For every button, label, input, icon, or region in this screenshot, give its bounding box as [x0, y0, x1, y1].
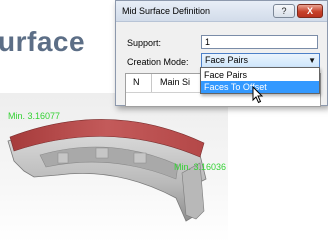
support-label: Support:	[127, 38, 162, 48]
slide-heading: urface	[0, 26, 86, 57]
creation-mode-value: Face Pairs	[205, 55, 249, 65]
dialog-titlebar[interactable]: Mid Surface Definition ? X	[116, 1, 327, 22]
dialog-title: Mid Surface Definition	[122, 6, 211, 16]
grid-column-divider	[151, 74, 152, 92]
creation-mode-select[interactable]: Face Pairs ▼	[201, 53, 320, 68]
chevron-down-icon[interactable]: ▼	[308, 54, 316, 67]
creation-mode-label: Creation Mode:	[127, 57, 189, 67]
close-button[interactable]: X	[297, 4, 323, 18]
min-label-right: Min. 3.16036	[174, 162, 227, 172]
grid-header-main-side: Main Si	[160, 77, 191, 87]
grid-header-n: N	[133, 77, 140, 87]
help-button[interactable]: ?	[273, 4, 295, 18]
min-label-top: Min. 3.16077	[8, 111, 61, 121]
model-viewport[interactable]: Min. 3.16077 Min. 3.16036	[0, 93, 228, 243]
support-input[interactable]: 1	[201, 35, 318, 49]
option-face-pairs[interactable]: Face Pairs	[201, 69, 319, 81]
mouse-cursor-icon	[252, 86, 264, 104]
